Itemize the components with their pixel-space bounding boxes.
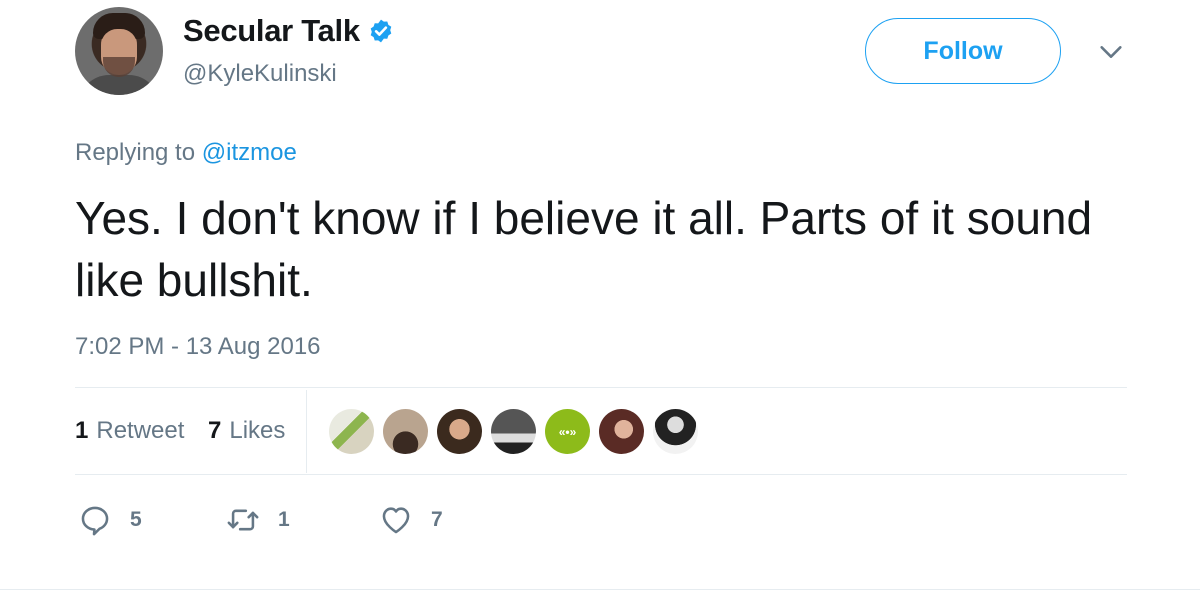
liker-avatar[interactable]: [491, 409, 536, 454]
reply-button[interactable]: 5: [78, 503, 142, 537]
chevron-down-icon[interactable]: [1097, 38, 1125, 66]
retweet-icon: [227, 509, 259, 531]
reply-mention-link[interactable]: @itzmoe: [202, 139, 297, 166]
likes-stat[interactable]: 7 Likes: [208, 417, 285, 445]
likes-count: 7: [208, 417, 222, 444]
replying-to: Replying to @itzmoe: [75, 139, 297, 167]
liker-avatar-text: «•»: [558, 424, 577, 439]
like-count: 7: [431, 508, 443, 531]
retweet-stat[interactable]: 1 Retweet: [75, 417, 184, 445]
retweet-action-count: 1: [278, 508, 290, 531]
liker-avatar[interactable]: [437, 409, 482, 454]
likers-list: «•»: [329, 409, 698, 454]
retweet-count: 1: [75, 417, 89, 444]
tweet-text: Yes. I don't know if I believe it all. P…: [75, 192, 1093, 306]
liker-avatar[interactable]: [383, 409, 428, 454]
divider-top: [75, 387, 1127, 388]
author-handle[interactable]: @KyleKulinski: [183, 60, 337, 88]
heart-icon: [382, 507, 410, 534]
reply-count: 5: [130, 508, 142, 531]
author-name-row: Secular Talk: [183, 13, 394, 49]
follow-button[interactable]: Follow: [865, 18, 1061, 84]
divider-bottom: [75, 474, 1127, 475]
liker-avatar[interactable]: [329, 409, 374, 454]
verified-badge-icon: [370, 19, 392, 43]
liker-avatar[interactable]: [599, 409, 644, 454]
retweet-label: Retweet: [96, 417, 185, 444]
author-display-name[interactable]: Secular Talk: [183, 13, 360, 49]
like-button[interactable]: 7: [379, 503, 443, 537]
reply-icon: [81, 506, 109, 536]
stats-divider: [306, 390, 307, 473]
likes-label: Likes: [229, 417, 286, 444]
retweet-button[interactable]: 1: [226, 503, 290, 537]
liker-avatar[interactable]: [653, 409, 698, 454]
tweet-timestamp[interactable]: 7:02 PM - 13 Aug 2016: [75, 333, 321, 361]
bottom-divider: [0, 589, 1200, 590]
author-avatar[interactable]: [75, 7, 163, 95]
replying-to-prefix: Replying to: [75, 139, 202, 166]
liker-avatar[interactable]: «•»: [545, 409, 590, 454]
